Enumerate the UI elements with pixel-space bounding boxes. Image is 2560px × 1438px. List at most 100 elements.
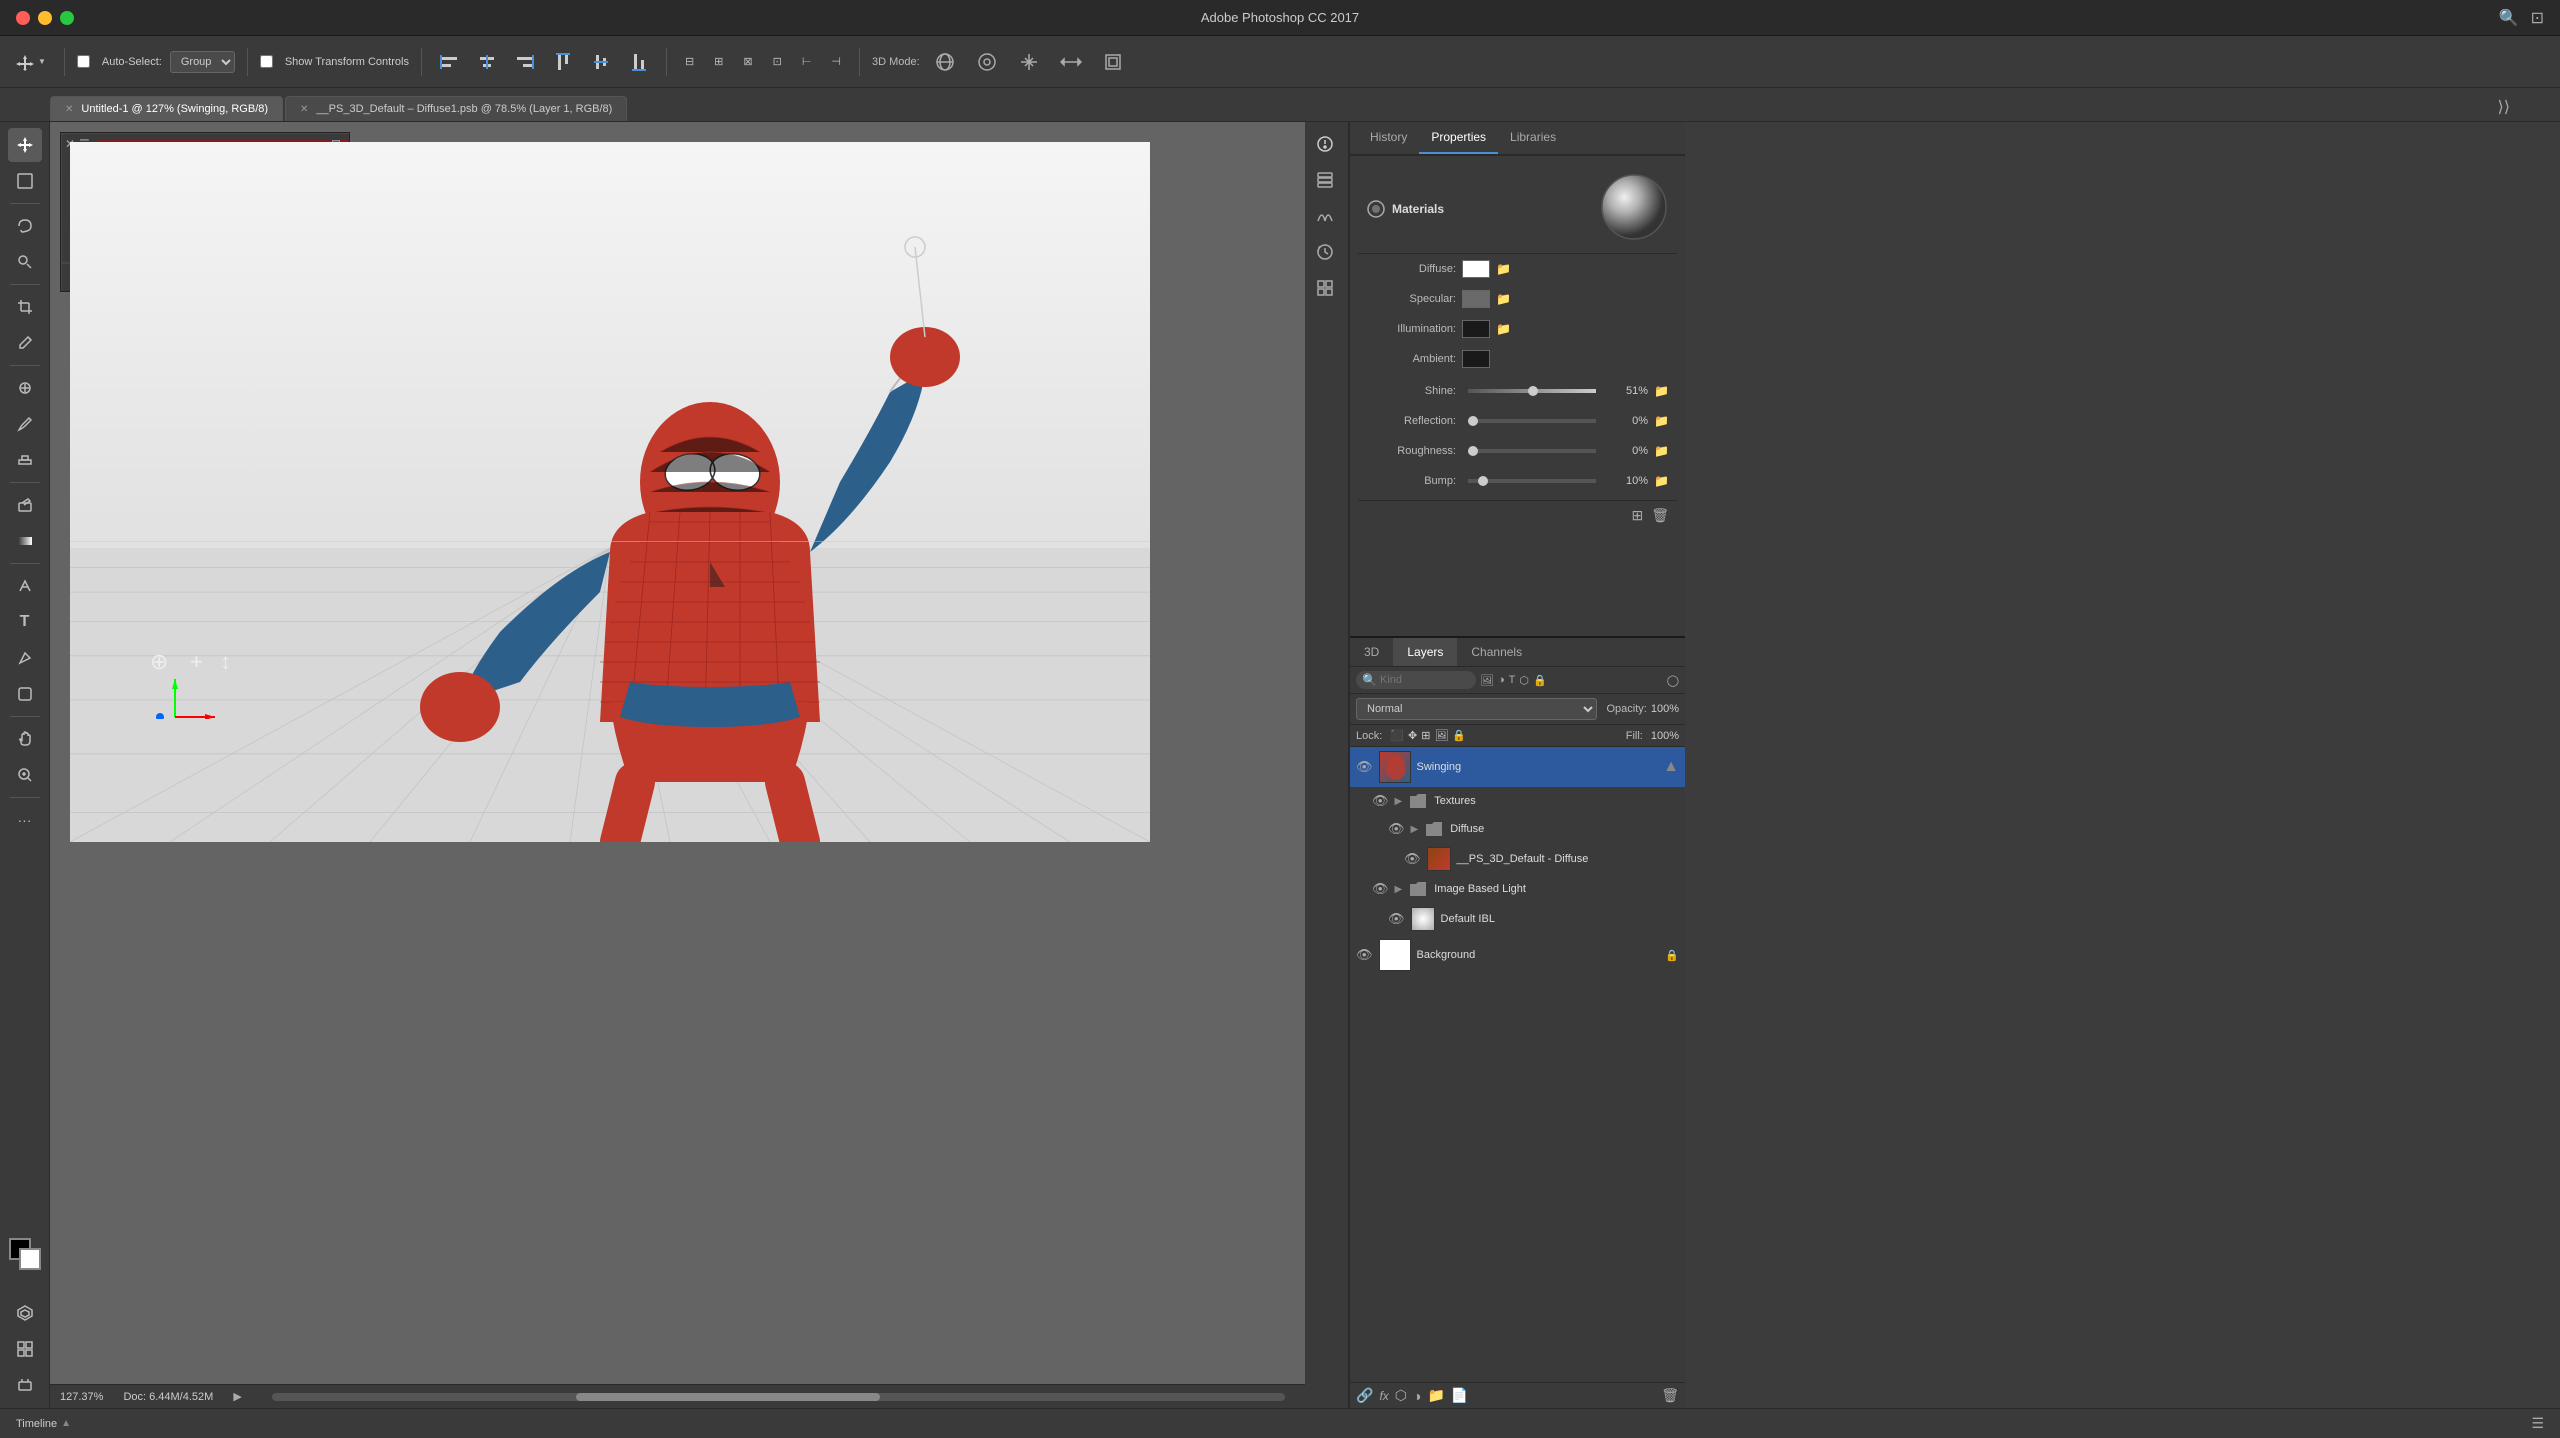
- layers-tab-channels[interactable]: Channels: [1457, 638, 1536, 666]
- minimize-button[interactable]: [38, 11, 52, 25]
- selection-tool[interactable]: [8, 164, 42, 198]
- tab-close-0[interactable]: ✕: [65, 104, 73, 115]
- tab-close-1[interactable]: ✕: [300, 104, 308, 115]
- close-button[interactable]: [16, 11, 30, 25]
- tab-history[interactable]: History: [1358, 122, 1419, 154]
- fx-icon[interactable]: fx: [1379, 1389, 1388, 1403]
- bump-folder-icon[interactable]: 📁: [1654, 474, 1669, 488]
- adjustment-layer-icon[interactable]: ◑: [1413, 1388, 1421, 1404]
- layer-collapse-swinging[interactable]: ▲: [1663, 758, 1679, 776]
- timeline-expand-icon[interactable]: ▲: [61, 1418, 71, 1429]
- brush-tool[interactable]: [8, 407, 42, 441]
- align-top-button[interactable]: [548, 49, 578, 75]
- distribute-h-button[interactable]: ⊟: [679, 51, 700, 72]
- new-group-icon[interactable]: 📁: [1427, 1387, 1444, 1404]
- diffuse-expand-icon[interactable]: ▶: [1411, 824, 1419, 835]
- background-color[interactable]: [19, 1248, 41, 1270]
- transform-checkbox[interactable]: [260, 55, 273, 68]
- layer-item-background[interactable]: 👁 Background 🔒: [1350, 935, 1685, 975]
- distribute-bottom-button[interactable]: ⊣: [825, 51, 847, 72]
- reflection-slider-handle[interactable]: [1468, 416, 1478, 426]
- layer-item-default-ibl[interactable]: 👁 Default IBL: [1382, 903, 1685, 935]
- pin-tool[interactable]: [8, 1368, 42, 1402]
- status-arrow[interactable]: ▶: [233, 1390, 241, 1403]
- text-tool[interactable]: T: [8, 605, 42, 639]
- tab-properties[interactable]: Properties: [1419, 122, 1498, 154]
- stamp-tool[interactable]: [8, 443, 42, 477]
- layers-tab-layers[interactable]: Layers: [1393, 638, 1457, 666]
- align-bottom-button[interactable]: [624, 49, 654, 75]
- specular-folder-icon[interactable]: 📁: [1496, 292, 1511, 306]
- lock-image-icon[interactable]: 🖼: [1434, 729, 1448, 742]
- lock-pixels-icon[interactable]: ⬛: [1390, 729, 1404, 742]
- shine-slider[interactable]: [1468, 389, 1596, 393]
- diffuse-folder-icon[interactable]: 📁: [1496, 262, 1511, 276]
- distribute-right-button[interactable]: ⊠: [737, 51, 758, 72]
- reflection-slider[interactable]: [1468, 419, 1596, 423]
- illumination-folder-icon[interactable]: 📁: [1496, 322, 1511, 336]
- delete-layer-icon[interactable]: 🗑: [1661, 1387, 1679, 1404]
- layer-eye-ps3d[interactable]: 👁: [1404, 851, 1421, 867]
- layer-eye-diffuse[interactable]: 👁: [1388, 821, 1405, 837]
- layer-item-ibl[interactable]: 👁 ▶ Image Based Light: [1366, 875, 1685, 903]
- collapse-panels-icon[interactable]: ⟩⟩: [2498, 97, 2510, 117]
- blend-mode-select[interactable]: Normal: [1356, 698, 1597, 720]
- diffuse-swatch[interactable]: [1462, 260, 1490, 278]
- auto-select-dropdown[interactable]: Group: [170, 51, 235, 73]
- 3d-roll-button[interactable]: [970, 47, 1004, 77]
- panel-icon-history[interactable]: [1309, 236, 1341, 268]
- quick-select-tool[interactable]: [8, 245, 42, 279]
- shape-tool[interactable]: [8, 677, 42, 711]
- lock-artboard-icon[interactable]: ⊞: [1421, 729, 1430, 742]
- layer-eye-textures[interactable]: 👁: [1372, 793, 1389, 809]
- layer-item-swinging[interactable]: 👁 Swinging ▲: [1350, 747, 1685, 787]
- fill-value[interactable]: 100%: [1651, 730, 1679, 742]
- healing-tool[interactable]: [8, 371, 42, 405]
- tab-1[interactable]: ✕ __PS_3D_Default – Diffuse1.psb @ 78.5%…: [285, 96, 627, 121]
- 3d-pan-button[interactable]: [1012, 47, 1046, 77]
- h-scrollbar[interactable]: [272, 1393, 1285, 1401]
- layer-item-ps3d-diffuse[interactable]: 👁 __PS_3D_Default - Diffuse: [1398, 843, 1685, 875]
- material-delete-icon[interactable]: 🗑: [1651, 507, 1669, 524]
- 3d-scale-button[interactable]: [1096, 47, 1130, 77]
- ibl-expand-icon[interactable]: ▶: [1395, 884, 1403, 895]
- new-layer-icon[interactable]: 📄: [1451, 1387, 1468, 1404]
- align-right-button[interactable]: [510, 49, 540, 75]
- layer-eye-background[interactable]: 👁: [1356, 947, 1373, 963]
- hand-tool[interactable]: [8, 722, 42, 756]
- panel-icon-channels[interactable]: [1309, 200, 1341, 232]
- distribute-top-button[interactable]: ⊡: [767, 51, 788, 72]
- layers-filter-text[interactable]: T: [1509, 674, 1516, 686]
- layers-filter-toggle[interactable]: ◯: [1667, 674, 1679, 687]
- illumination-swatch[interactable]: [1462, 320, 1490, 338]
- bump-slider-handle[interactable]: [1478, 476, 1488, 486]
- textures-expand-icon[interactable]: ▶: [1395, 796, 1403, 807]
- maximize-button[interactable]: [60, 11, 74, 25]
- panel-icon-properties[interactable]: [1309, 128, 1341, 160]
- layers-filter-smart[interactable]: 🔒: [1533, 674, 1547, 687]
- path-tool[interactable]: [8, 641, 42, 675]
- panels-icon[interactable]: ⊡: [2531, 8, 2544, 28]
- 3d-rotate-button[interactable]: [928, 47, 962, 77]
- layers-filter-shape[interactable]: ⬡: [1519, 674, 1529, 687]
- tab-libraries[interactable]: Libraries: [1498, 122, 1568, 154]
- align-center-h-button[interactable]: [472, 49, 502, 75]
- eraser-tool[interactable]: [8, 488, 42, 522]
- grid-tool[interactable]: [8, 1332, 42, 1366]
- distribute-center-h-button[interactable]: ⊞: [708, 51, 729, 72]
- eyedropper-tool[interactable]: [8, 326, 42, 360]
- shine-slider-handle[interactable]: [1528, 386, 1538, 396]
- add-mask-icon[interactable]: ⬡: [1395, 1387, 1407, 1404]
- reflection-folder-icon[interactable]: 📁: [1654, 414, 1669, 428]
- 3d-view-tool[interactable]: [8, 1296, 42, 1330]
- bump-slider[interactable]: [1468, 479, 1596, 483]
- crop-tool[interactable]: [8, 290, 42, 324]
- layer-eye-default-ibl[interactable]: 👁: [1388, 911, 1405, 927]
- link-layers-icon[interactable]: 🔗: [1356, 1387, 1373, 1404]
- tab-0[interactable]: ✕ Untitled-1 @ 127% (Swinging, RGB/8): [50, 96, 283, 121]
- 3d-slide-button[interactable]: [1054, 47, 1088, 77]
- lock-position-icon[interactable]: ✥: [1408, 729, 1417, 742]
- material-add-icon[interactable]: ⊞: [1631, 507, 1643, 524]
- ambient-swatch[interactable]: [1462, 350, 1490, 368]
- opacity-value[interactable]: 100%: [1651, 703, 1679, 715]
